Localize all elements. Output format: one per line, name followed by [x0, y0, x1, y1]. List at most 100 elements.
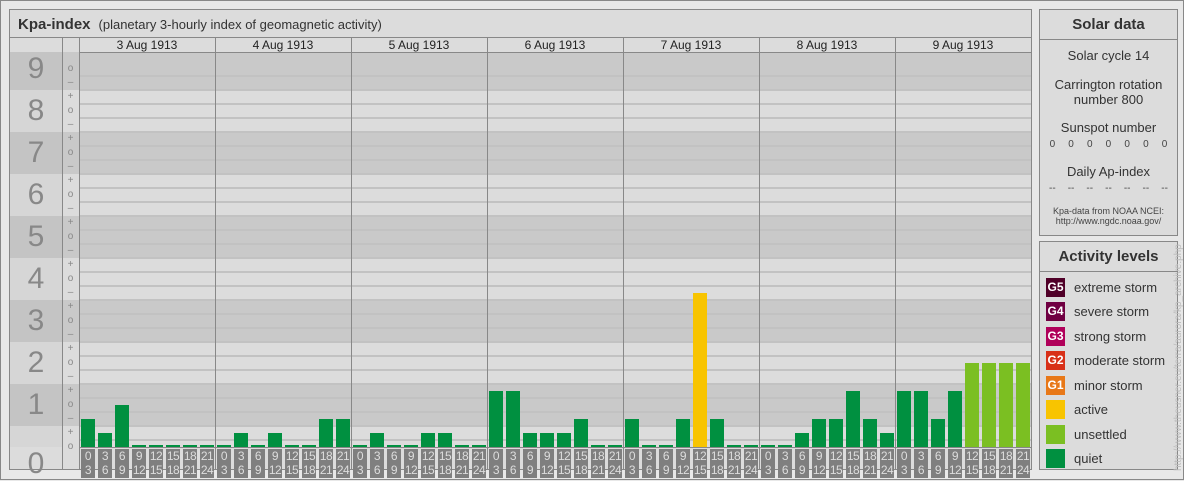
time-label-start: 15: [302, 449, 316, 463]
time-label-end: 18: [166, 463, 180, 477]
kp-bar: [625, 419, 639, 447]
time-label: 15 18: [438, 449, 452, 478]
tick-symbol: o: [67, 63, 74, 74]
time-label-end: 18: [302, 463, 316, 477]
source-link[interactable]: http://www.ngdc.noaa.gov/: [1040, 216, 1177, 226]
gridline: [79, 103, 1031, 105]
legend-label: severe storm: [1074, 304, 1150, 320]
legend-item-extreme-storm: G5 extreme storm: [1040, 275, 1177, 300]
time-label: 9 12: [404, 449, 418, 478]
time-label-start: 18: [183, 449, 197, 463]
time-label-start: 3: [645, 449, 653, 463]
ss-value: 0: [1143, 139, 1149, 150]
legend-label: minor storm: [1074, 377, 1143, 393]
tick-symbol: o: [67, 399, 74, 410]
kp-bar: [234, 433, 248, 447]
kp-bar: [999, 363, 1013, 447]
day-separator: [759, 38, 760, 469]
time-label-end: 21: [183, 463, 197, 477]
sunspot-label: Sunspot number: [1060, 120, 1157, 135]
y-tick-label: 8: [27, 94, 45, 127]
kp-bar: [1016, 363, 1030, 447]
time-label: 12 15: [965, 449, 979, 478]
kp-bar: [659, 445, 673, 447]
tick-symbol: +: [67, 217, 74, 228]
time-label-start: 3: [101, 449, 109, 463]
time-label-end: 3: [356, 463, 364, 477]
time-label-end: 15: [285, 463, 299, 477]
time-label-start: 15: [574, 449, 588, 463]
time-label: 15 18: [982, 449, 996, 478]
time-label: 21 24: [1016, 449, 1030, 478]
time-label-start: 18: [591, 449, 605, 463]
tick-symbol: –: [67, 413, 74, 424]
time-label-end: 24: [336, 463, 350, 477]
time-label-end: 21: [455, 463, 469, 477]
legend-item-severe-storm: G4 severe storm: [1040, 300, 1177, 325]
kp-chart: 0 1 2 3 4 5 6 7 8 9 o + – o + – o + – o + – o + – o + – o + – o + – o + – o 3 …: [10, 38, 1031, 480]
kp-bar: [387, 445, 401, 447]
legend-item-moderate-storm: G2 moderate storm: [1040, 349, 1177, 374]
day-label: 8 Aug 1913: [796, 38, 858, 52]
time-label-end: 21: [999, 463, 1013, 477]
header-line: [79, 52, 1031, 53]
time-label-start: 12: [693, 449, 707, 463]
kp-bar: [778, 445, 792, 447]
time-label-end: 21: [319, 463, 333, 477]
gridline: [79, 75, 1031, 77]
kp-bar: [81, 419, 95, 447]
time-label: 03: [761, 449, 775, 478]
time-label-end: 24: [472, 463, 486, 477]
gridline: [79, 299, 1031, 301]
ap-value: --: [1161, 183, 1168, 194]
time-label-start: 6: [390, 449, 398, 463]
day-separator: [351, 38, 352, 469]
kp-bar: [846, 391, 860, 447]
time-label-start: 9: [679, 449, 687, 463]
day-separator: [895, 38, 896, 469]
time-label: 69: [523, 449, 537, 478]
legend-label: strong storm: [1074, 328, 1147, 344]
legend-swatch: G4: [1046, 302, 1065, 322]
time-label-start: 21: [608, 449, 622, 463]
time-label-end: 18: [710, 463, 724, 477]
time-label-start: 0: [764, 449, 772, 463]
legend-item-minor-storm: G1 minor storm: [1040, 373, 1177, 398]
time-label-end: 15: [557, 463, 571, 477]
time-label: 9 12: [812, 449, 826, 478]
kp-bar: [183, 445, 197, 447]
time-label-start: 15: [846, 449, 860, 463]
time-label-end: 18: [438, 463, 452, 477]
y-tick-label: 6: [27, 178, 45, 211]
kp-bar: [795, 433, 809, 447]
time-label-start: 6: [934, 449, 942, 463]
legend-item-quiet: quiet: [1040, 447, 1177, 472]
kp-bar: [319, 419, 333, 447]
kp-bar: [863, 419, 877, 447]
time-label-end: 24: [1016, 463, 1030, 477]
legend-label: quiet: [1074, 451, 1103, 467]
time-label-start: 12: [421, 449, 435, 463]
time-label-start: 18: [727, 449, 741, 463]
time-label-start: 9: [951, 449, 959, 463]
time-label-start: 18: [319, 449, 333, 463]
band-kp-2: [10, 342, 1031, 384]
gridline: [79, 341, 1031, 343]
source-line1: Kpa-data from NOAA NCEI:: [1052, 206, 1165, 216]
time-label-end: 6: [373, 463, 381, 477]
ss-value: 0: [1086, 139, 1093, 150]
band-kp-7: [10, 132, 1031, 174]
time-label: 18 21: [591, 449, 605, 478]
band-kp-9: [10, 52, 1031, 90]
gridline: [79, 145, 1031, 147]
kp-bar: [336, 419, 350, 447]
kp-bar: [880, 433, 894, 447]
time-label: 9 12: [948, 449, 962, 478]
kp-bar: [761, 445, 775, 447]
gridline: [79, 285, 1031, 287]
ss-value: 0: [1124, 139, 1130, 150]
time-label-start: 12: [965, 449, 979, 463]
time-label-end: 24: [744, 463, 758, 477]
band-kp-6: [10, 174, 1031, 216]
time-label: 15 18: [846, 449, 860, 478]
